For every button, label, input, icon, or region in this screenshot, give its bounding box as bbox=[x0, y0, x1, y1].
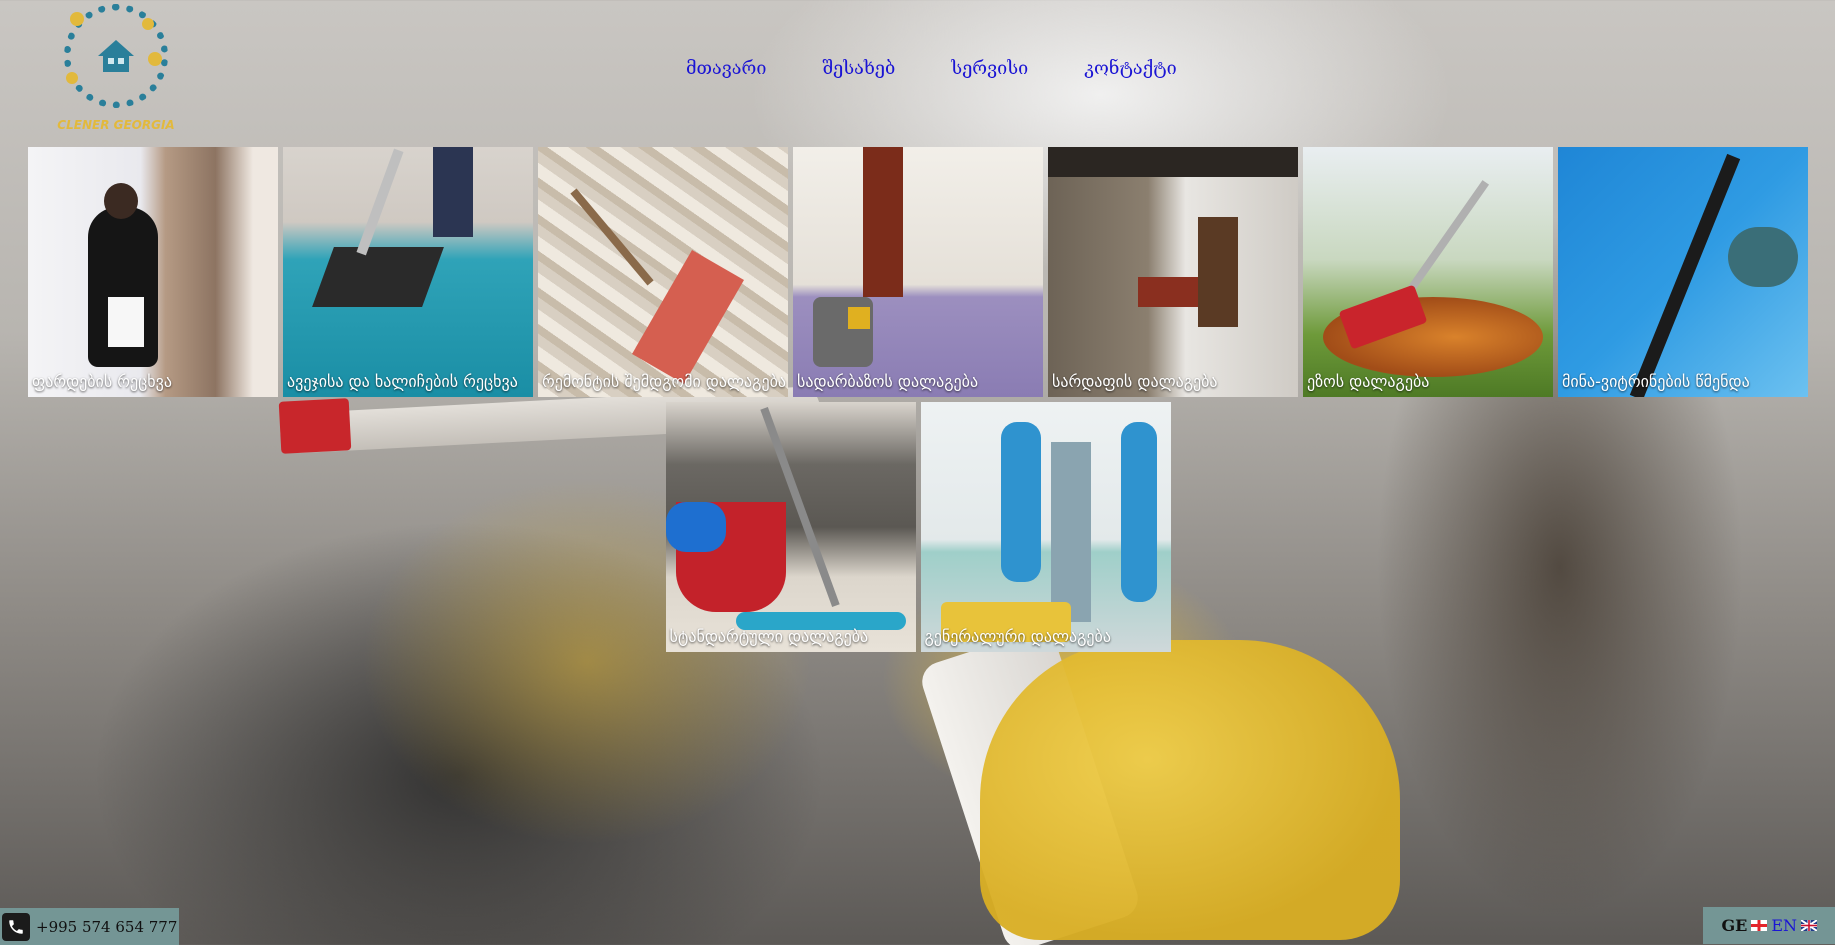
carpet-cleaning-image bbox=[283, 147, 533, 397]
services-row: სტანდარტული დალაგება გენერალური დალაგება bbox=[26, 402, 1810, 652]
service-label: სადარბაზოს დალაგება bbox=[797, 372, 979, 391]
yard-cleaning-image bbox=[1303, 147, 1553, 397]
nav-item-about[interactable]: შესახებ bbox=[822, 58, 895, 79]
flag-ge-icon bbox=[1751, 920, 1768, 931]
service-label: მინა-ვიტრინების წმენდა bbox=[1562, 372, 1750, 391]
service-card-curtains[interactable]: ფარდების რეცხვა bbox=[28, 147, 278, 397]
phone-bar[interactable]: +995 574 654 777 bbox=[0, 908, 180, 945]
window-cleaning-image bbox=[1558, 147, 1808, 397]
logo-text: CLENER GEORGIA bbox=[57, 118, 175, 132]
logo-bubble-icon bbox=[66, 72, 78, 84]
basement-cleaning-image bbox=[1048, 147, 1298, 397]
nav-item-services[interactable]: სერვისი bbox=[951, 58, 1028, 79]
services-row: ფარდების რეცხვა ავეჯისა და ხალიჩების რეც… bbox=[26, 147, 1810, 397]
service-card-carpets[interactable]: ავეჯისა და ხალიჩების რეცხვა bbox=[283, 147, 533, 397]
language-en[interactable]: EN bbox=[1771, 916, 1797, 935]
phone-number[interactable]: +995 574 654 777 bbox=[36, 918, 179, 936]
header: CLENER GEORGIA მთავარი შესახებ სერვისი კ… bbox=[0, 0, 1835, 140]
service-card-basement[interactable]: სარდაფის დალაგება bbox=[1048, 147, 1298, 397]
hallway-cleaning-image bbox=[793, 147, 1043, 397]
post-renovation-image bbox=[538, 147, 788, 397]
language-ge[interactable]: GE bbox=[1721, 916, 1747, 935]
language-switcher: GE EN bbox=[1703, 907, 1835, 944]
main-nav: მთავარი შესახებ სერვისი კონტაქტი bbox=[686, 58, 1233, 79]
standard-cleaning-image bbox=[665, 402, 916, 652]
service-label: სარდაფის დალაგება bbox=[1052, 372, 1218, 391]
curtain-cleaning-image bbox=[28, 147, 278, 397]
background-decor-glove bbox=[980, 640, 1400, 940]
logo[interactable]: CLENER GEORGIA bbox=[52, 2, 180, 136]
service-card-standard[interactable]: სტანდარტული დალაგება bbox=[665, 402, 916, 652]
service-label: ეზოს დალაგება bbox=[1307, 372, 1430, 391]
nav-item-home[interactable]: მთავარი bbox=[686, 58, 766, 79]
service-card-yard[interactable]: ეზოს დალაგება bbox=[1303, 147, 1553, 397]
service-label: რემონტის შემდგომი დალაგება bbox=[542, 372, 786, 391]
service-label: ავეჯისა და ხალიჩების რეცხვა bbox=[287, 372, 518, 391]
service-label: ფარდების რეცხვა bbox=[32, 372, 172, 391]
phone-icon bbox=[2, 912, 30, 941]
service-card-hallway[interactable]: სადარბაზოს დალაგება bbox=[793, 147, 1043, 397]
services-grid: ფარდების რეცხვა ავეჯისა და ხალიჩების რეც… bbox=[26, 147, 1810, 657]
service-card-windows[interactable]: მინა-ვიტრინების წმენდა bbox=[1558, 147, 1808, 397]
nav-item-contact[interactable]: კონტაქტი bbox=[1084, 58, 1177, 79]
house-icon bbox=[98, 40, 134, 72]
service-label: სტანდარტული დალაგება bbox=[669, 627, 869, 646]
flag-en-icon bbox=[1801, 920, 1817, 931]
logo-bubble-icon bbox=[142, 18, 154, 30]
general-cleaning-image bbox=[920, 402, 1171, 652]
service-card-general[interactable]: გენერალური დალაგება bbox=[920, 402, 1171, 652]
logo-bubble-icon bbox=[148, 52, 162, 66]
logo-bubble-icon bbox=[70, 12, 84, 26]
service-label: გენერალური დალაგება bbox=[924, 627, 1111, 646]
service-card-renovation[interactable]: რემონტის შემდგომი დალაგება bbox=[538, 147, 788, 397]
